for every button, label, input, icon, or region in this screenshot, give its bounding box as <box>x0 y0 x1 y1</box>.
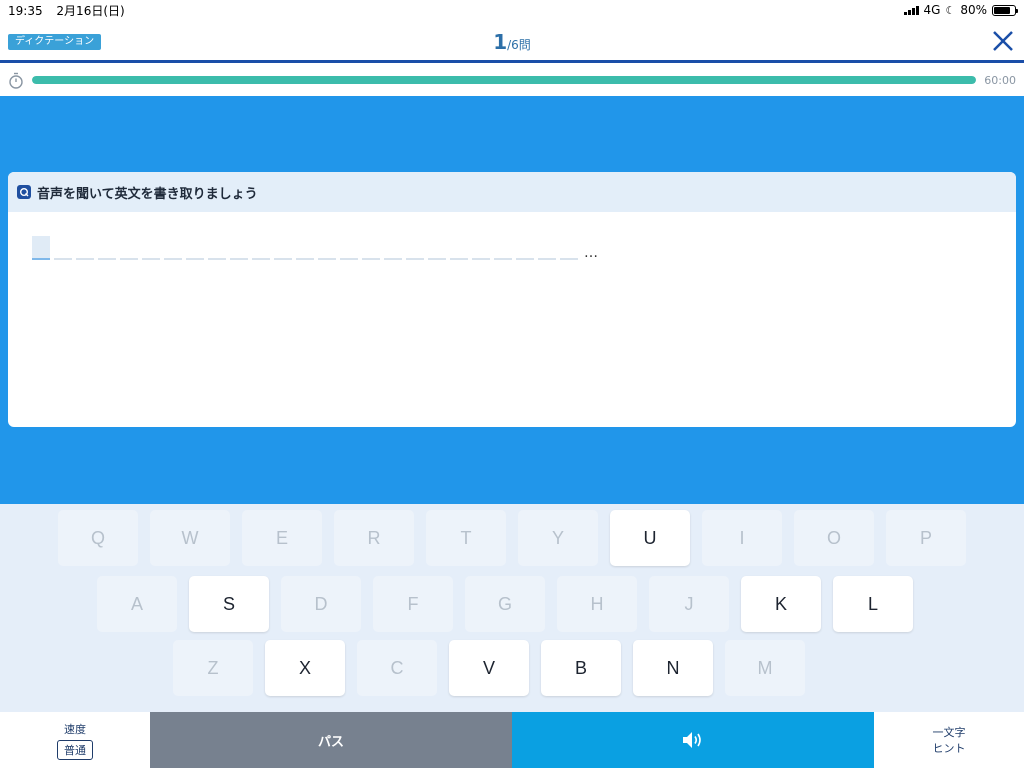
speed-label: 速度 <box>64 722 86 736</box>
key-f[interactable]: F <box>373 576 453 632</box>
key-u[interactable]: U <box>610 510 690 566</box>
status-time: 19:35 <box>8 3 43 18</box>
key-m[interactable]: M <box>725 640 805 696</box>
hint-label-line2: ヒント <box>932 742 966 755</box>
battery-icon <box>992 4 1018 16</box>
question-header: 音声を聞いて英文を書き取りましょう <box>8 172 1016 212</box>
answer-slot <box>252 236 270 260</box>
key-b[interactable]: B <box>541 640 621 696</box>
key-l[interactable]: L <box>833 576 913 632</box>
key-e[interactable]: E <box>242 510 322 566</box>
timer-row: 60:00 <box>0 66 1024 96</box>
answer-slot <box>340 236 358 260</box>
key-y[interactable]: Y <box>518 510 598 566</box>
answer-slot <box>362 236 380 260</box>
hint-button[interactable]: 一文字 ヒント <box>874 712 1024 768</box>
answer-slot <box>142 236 160 260</box>
answer-ellipsis: … <box>584 245 598 261</box>
hint-label-line1: 一文字 <box>932 726 966 739</box>
answer-slot <box>76 236 94 260</box>
answer-slot <box>274 236 292 260</box>
key-j[interactable]: J <box>649 576 729 632</box>
answer-slot <box>54 236 72 260</box>
key-z[interactable]: Z <box>173 640 253 696</box>
answer-slot <box>560 236 578 260</box>
key-r[interactable]: R <box>334 510 414 566</box>
speaker-icon <box>683 732 701 748</box>
timer-progress-bar <box>32 76 976 84</box>
key-d[interactable]: D <box>281 576 361 632</box>
key-k[interactable]: K <box>741 576 821 632</box>
answer-slot <box>120 236 138 260</box>
answer-area[interactable]: … <box>8 212 1016 427</box>
stopwatch-icon <box>9 72 23 89</box>
key-t[interactable]: T <box>426 510 506 566</box>
question-area: 音声を聞いて英文を書き取りましょう … <box>0 96 1024 504</box>
answer-slot <box>230 236 248 260</box>
key-x[interactable]: X <box>265 640 345 696</box>
status-date: 2月16日(日) <box>56 3 125 18</box>
answer-slot <box>318 236 336 260</box>
close-icon <box>993 31 1013 51</box>
key-w[interactable]: W <box>150 510 230 566</box>
answer-slot <box>538 236 556 260</box>
question-counter: 1/6問 <box>0 30 1024 54</box>
status-right: 4G ☾ 80% <box>903 3 1018 17</box>
answer-slot <box>494 236 512 260</box>
battery-percent: 80% <box>960 3 987 17</box>
key-i[interactable]: I <box>702 510 782 566</box>
status-left: 19:35 2月16日(日) <box>8 2 135 19</box>
key-c[interactable]: C <box>357 640 437 696</box>
current-question: 1 <box>493 30 508 54</box>
answer-slot <box>450 236 468 260</box>
moon-icon: ☾ <box>945 3 956 17</box>
answer-slot <box>164 236 182 260</box>
letter-keyboard: QWERTYUIOP ASDFGHJKL ZXCVBNM <box>0 504 1024 712</box>
key-h[interactable]: H <box>557 576 637 632</box>
answer-slot <box>428 236 446 260</box>
key-p[interactable]: P <box>886 510 966 566</box>
speed-button[interactable]: 速度 普通 <box>0 712 150 768</box>
pass-button[interactable]: パス <box>150 712 512 768</box>
bottom-toolbar: 速度 普通 パス 一文字 ヒント <box>0 712 1024 768</box>
signal-icon <box>903 5 919 15</box>
answer-slot <box>516 236 534 260</box>
answer-slot <box>98 236 116 260</box>
speed-value: 普通 <box>57 739 93 760</box>
key-q[interactable]: Q <box>58 510 138 566</box>
question-title: 音声を聞いて英文を書き取りましょう <box>37 186 258 202</box>
timer-text: 60:00 <box>984 74 1016 87</box>
question-icon <box>17 185 31 199</box>
total-questions: /6問 <box>507 38 531 52</box>
close-button[interactable] <box>990 28 1016 54</box>
answer-slot <box>296 236 314 260</box>
key-g[interactable]: G <box>465 576 545 632</box>
status-bar: 19:35 2月16日(日) 4G ☾ 80% <box>0 0 1024 20</box>
answer-slot <box>186 236 204 260</box>
header: ディクテーション 1/6問 <box>0 20 1024 63</box>
key-s[interactable]: S <box>189 576 269 632</box>
question-card: 音声を聞いて英文を書き取りましょう … <box>8 172 1016 427</box>
answer-slot <box>208 236 226 260</box>
answer-slot-active <box>32 236 50 260</box>
answer-slot <box>406 236 424 260</box>
network-type: 4G <box>923 3 941 17</box>
key-v[interactable]: V <box>449 640 529 696</box>
key-o[interactable]: O <box>794 510 874 566</box>
answer-slots: … <box>32 236 598 260</box>
key-a[interactable]: A <box>97 576 177 632</box>
pass-label: パス <box>317 734 344 750</box>
play-audio-button[interactable] <box>512 712 874 768</box>
answer-slot <box>384 236 402 260</box>
key-n[interactable]: N <box>633 640 713 696</box>
timer-progress-fill <box>32 76 976 84</box>
answer-slot <box>472 236 490 260</box>
